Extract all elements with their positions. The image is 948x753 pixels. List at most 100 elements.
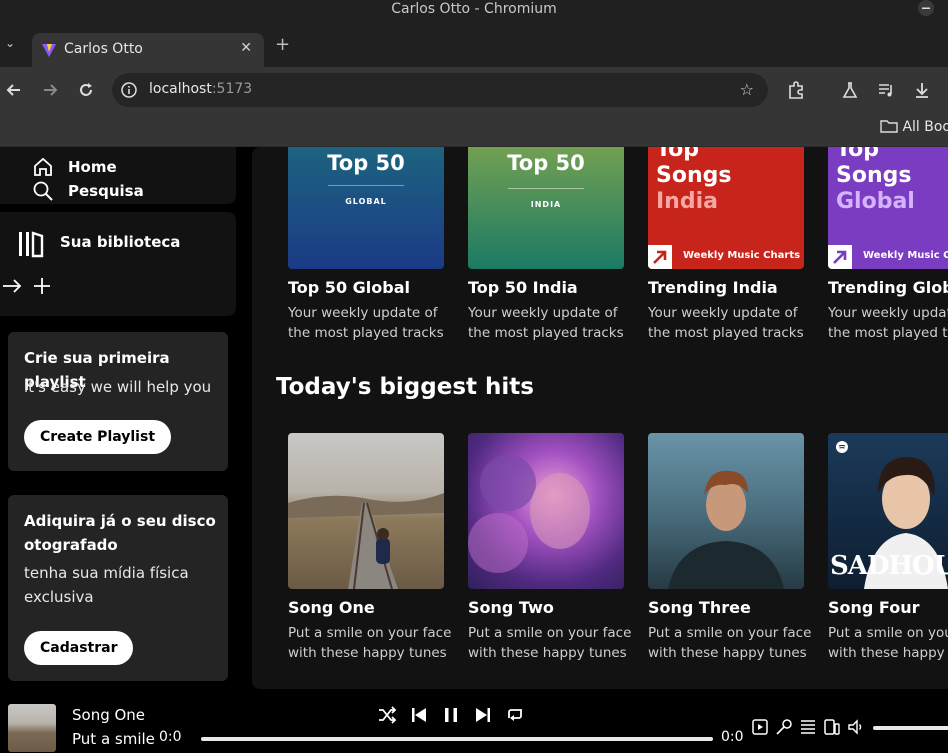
trending-india-art: Top Songs India Weekly Music Charts: [648, 147, 804, 269]
address-bar[interactable]: localhost:5173 ☆: [112, 73, 768, 107]
art-big-label: Top 50: [327, 151, 405, 175]
cadastrar-button[interactable]: Cadastrar: [24, 631, 134, 665]
disc-sub-line2: exclusiva: [24, 588, 94, 606]
nav-home-label[interactable]: Home: [68, 158, 117, 176]
art-small-label: GLOBAL: [345, 197, 387, 206]
section-title: Today's biggest hits: [276, 374, 534, 400]
back-icon[interactable]: [4, 80, 24, 100]
now-playing-title: Song One: [72, 706, 146, 724]
art-line1: Top: [836, 147, 879, 162]
now-playing-artist: Put a smile: [72, 730, 155, 748]
minimize-icon[interactable]: [918, 0, 934, 16]
volume-icon[interactable]: [847, 718, 865, 736]
trending-global-art: Top Songs Global Weekly Music C: [828, 147, 948, 269]
art-line2: Songs: [836, 163, 912, 188]
card-desc-line1: Put a smile on your face: [468, 625, 632, 641]
sidebar-nav: Home Pesquisa: [0, 147, 236, 204]
library-label[interactable]: Sua biblioteca: [60, 233, 180, 251]
art-wordmark: SADHOU: [830, 551, 948, 581]
song-four-art: SADHOU: [828, 433, 948, 589]
card-desc-line2: with these happy tu: [828, 645, 948, 661]
art-line3: Global: [836, 189, 915, 214]
forward-icon[interactable]: [40, 80, 60, 100]
tab-list-chevron-icon[interactable]: ⌄: [5, 36, 15, 50]
nav-search-label[interactable]: Pesquisa: [68, 182, 144, 200]
repeat-icon[interactable]: [504, 704, 526, 726]
previous-icon[interactable]: [408, 704, 430, 726]
new-tab-icon[interactable]: +: [275, 34, 290, 55]
art-big-label: Top 50: [507, 151, 585, 175]
card-desc-line1: Put a smile on your: [828, 625, 948, 641]
spotify-logo-icon: [836, 441, 848, 453]
shuffle-icon[interactable]: [376, 704, 398, 726]
url-text: localhost:5173: [149, 81, 252, 97]
all-bookmarks-label: All Boo: [902, 119, 948, 135]
card-desc-line2: the most played tra: [828, 325, 948, 341]
plus-icon[interactable]: [32, 276, 52, 296]
disc-heading-line2: otografado: [24, 536, 118, 554]
trend-arrow-icon: [828, 245, 852, 269]
mic-lyrics-icon[interactable]: [775, 718, 793, 736]
card-desc-line1: Put a smile on your face: [648, 625, 812, 641]
top50-global-art: Top 50 GLOBAL: [288, 147, 444, 269]
pause-icon[interactable]: [440, 704, 462, 726]
download-icon[interactable]: [912, 80, 932, 100]
card-desc-line2: the most played tracks: [468, 325, 624, 341]
card-title: Song Three: [648, 598, 751, 617]
card-desc-line2: with these happy tunes: [288, 645, 447, 661]
volume-slider[interactable]: [873, 726, 948, 730]
window-title: Carlos Otto - Chromium: [391, 1, 557, 17]
art-line2: Songs: [656, 163, 732, 188]
arrow-right-icon[interactable]: [2, 276, 22, 296]
card-desc-line1: Put a smile on your face: [288, 625, 452, 641]
connect-device-icon[interactable]: [823, 718, 841, 736]
trend-arrow-icon: [648, 245, 672, 269]
art-line1: Top: [656, 147, 699, 162]
window-titlebar: Carlos Otto - Chromium: [0, 0, 948, 27]
top50-india-art: Top 50 INDIA: [468, 147, 624, 269]
card-title: Top 50 India: [468, 278, 578, 297]
create-playlist-card: Crie sua primeira playlist it's easy we …: [8, 332, 228, 471]
vite-favicon-icon: [42, 44, 56, 57]
create-playlist-sub: it's easy we will help you: [24, 378, 212, 396]
card-desc-line1: Your weekly update of: [828, 305, 948, 321]
card-title: Song Two: [468, 598, 554, 617]
search-icon[interactable]: [32, 180, 54, 202]
art-tag: Weekly Music Charts: [683, 250, 801, 261]
disc-heading-line1: Adiquira já o seu disco: [24, 512, 216, 530]
main-content: Top 50 GLOBAL Top 50 Global Your weekly …: [252, 147, 948, 689]
player-bar: Song One Put a smile 0:0 0:0: [0, 695, 948, 753]
all-bookmarks-button[interactable]: All Boo: [880, 119, 948, 135]
home-icon[interactable]: [32, 156, 54, 178]
library-icon[interactable]: [17, 229, 47, 259]
time-total: 0:0: [721, 729, 744, 745]
card-title: Song One: [288, 598, 375, 617]
folder-icon: [880, 120, 898, 133]
tab-strip: ⌄ Carlos Otto ✕ +: [0, 27, 948, 67]
song-two-art: [468, 433, 624, 589]
song-three-art: [648, 433, 804, 589]
bookmark-star-icon[interactable]: ☆: [740, 80, 754, 99]
reload-icon[interactable]: [76, 80, 96, 100]
card-desc-line1: Your weekly update of: [648, 305, 798, 321]
next-icon[interactable]: [472, 704, 494, 726]
card-desc-line2: the most played tracks: [288, 325, 444, 341]
disc-card: Adiquira já o seu disco otografado tenha…: [8, 495, 228, 681]
browser-toolbar: localhost:5173 ☆: [0, 67, 948, 113]
queue-icon[interactable]: [799, 718, 817, 736]
create-playlist-button[interactable]: Create Playlist: [24, 420, 172, 454]
card-title: Song Four: [828, 598, 920, 617]
now-playing-view-icon[interactable]: [751, 718, 769, 736]
song-one-art: [288, 433, 444, 589]
media-queue-icon[interactable]: [876, 80, 896, 100]
browser-tab[interactable]: Carlos Otto ✕: [32, 33, 264, 67]
card-desc-line2: with these happy tunes: [468, 645, 627, 661]
site-info-icon[interactable]: [121, 82, 137, 98]
close-tab-icon[interactable]: ✕: [240, 40, 252, 56]
art-line3: India: [656, 189, 718, 214]
progress-bar[interactable]: [201, 737, 713, 741]
time-current: 0:0: [159, 729, 182, 745]
card-title: Trending India: [648, 278, 778, 297]
extensions-icon[interactable]: [786, 80, 806, 100]
labs-flask-icon[interactable]: [840, 80, 860, 100]
